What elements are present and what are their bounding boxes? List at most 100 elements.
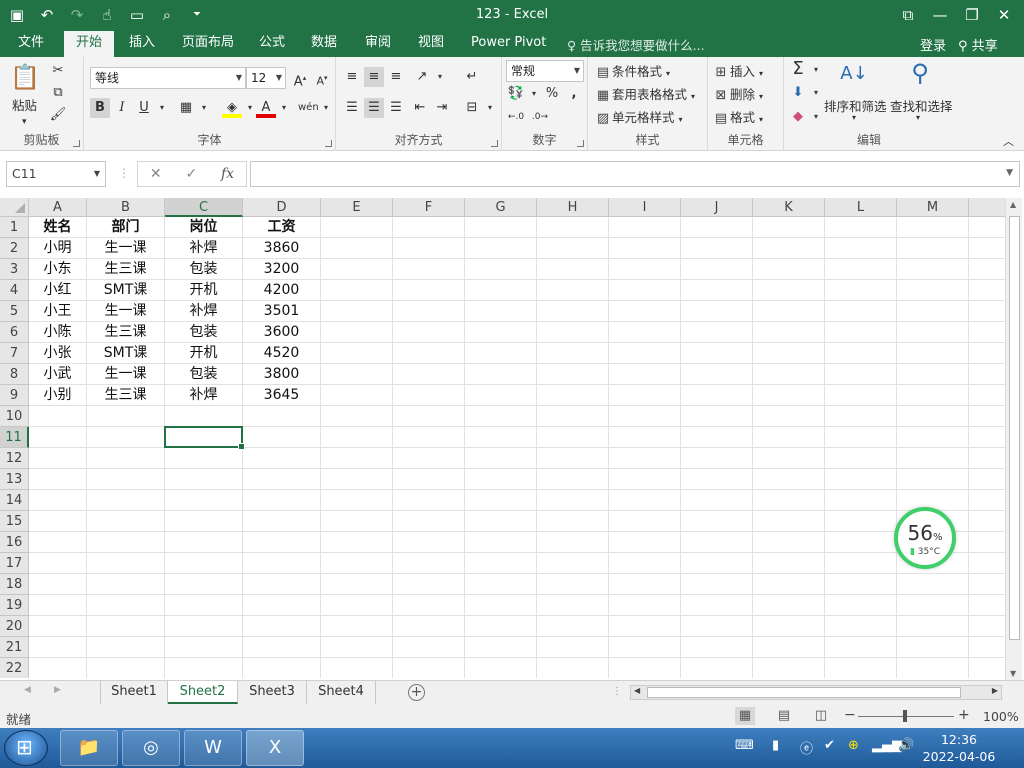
cell-H11[interactable] (537, 427, 609, 448)
cell-D3[interactable]: 3200 (243, 259, 321, 280)
cell-M3[interactable] (897, 259, 969, 280)
cell-F8[interactable] (393, 364, 465, 385)
cell-partial-column[interactable] (969, 364, 1008, 385)
tab-formulas[interactable]: 公式 (247, 31, 297, 57)
cell-I3[interactable] (609, 259, 681, 280)
underline-dropdown-icon[interactable]: ▾ (152, 98, 172, 118)
cell-J7[interactable] (681, 343, 753, 364)
cell-C9[interactable]: 补焊 (165, 385, 243, 406)
cell-G21[interactable] (465, 637, 537, 658)
clear-dropdown-icon[interactable]: ▾ (806, 107, 826, 127)
cell-I22[interactable] (609, 658, 681, 678)
cell-partial-column[interactable] (969, 280, 1008, 301)
cell-A21[interactable] (29, 637, 87, 658)
cell-L8[interactable] (825, 364, 897, 385)
accounting-format-icon[interactable]: 💱 (506, 84, 526, 104)
cell-B10[interactable] (87, 406, 165, 427)
find-select-button[interactable]: 查找和选择 (890, 96, 953, 115)
cell-E2[interactable] (321, 238, 393, 259)
align-center-icon[interactable]: ☰ (364, 98, 384, 118)
restore-button[interactable]: ❐ (956, 2, 988, 28)
row-header-17[interactable]: 17 (0, 553, 29, 574)
cell-K16[interactable] (753, 532, 825, 553)
cell-A13[interactable] (29, 469, 87, 490)
percent-style-icon[interactable]: % (542, 84, 562, 104)
accounting-dropdown-icon[interactable]: ▾ (524, 84, 544, 104)
cell-M18[interactable] (897, 574, 969, 595)
cell-F12[interactable] (393, 448, 465, 469)
share-button[interactable]: ⚲ 共享 (958, 35, 998, 54)
cell-F15[interactable] (393, 511, 465, 532)
font-size-select[interactable]: 12 ▼ (246, 67, 286, 89)
scroll-left-icon[interactable]: ◀ (634, 686, 640, 695)
row-header-21[interactable]: 21 (0, 637, 29, 658)
zoom-in-icon[interactable]: + (958, 707, 970, 723)
cell-partial-column[interactable] (969, 469, 1008, 490)
sheet-tab-1[interactable]: Sheet1 (100, 681, 168, 704)
cut-icon[interactable]: ✂ (48, 61, 68, 81)
cell-H8[interactable] (537, 364, 609, 385)
column-header-G[interactable]: G (465, 198, 537, 217)
file-explorer-taskbar-icon[interactable]: 📁 (60, 730, 118, 766)
cell-M8[interactable] (897, 364, 969, 385)
cell-I9[interactable] (609, 385, 681, 406)
cell-K9[interactable] (753, 385, 825, 406)
cell-B6[interactable]: 生三课 (87, 322, 165, 343)
cell-I12[interactable] (609, 448, 681, 469)
cell-M11[interactable] (897, 427, 969, 448)
cell-H19[interactable] (537, 595, 609, 616)
clipboard-launcher-icon[interactable] (73, 140, 80, 147)
cell-K20[interactable] (753, 616, 825, 637)
cell-B4[interactable]: SMT课 (87, 280, 165, 301)
add-tray-icon[interactable]: ⊕ (848, 738, 859, 753)
cell-A7[interactable]: 小张 (29, 343, 87, 364)
row-header-2[interactable]: 2 (0, 238, 29, 259)
insert-cells-button[interactable]: ⊞ 插入 ▾ (712, 61, 763, 82)
cell-H2[interactable] (537, 238, 609, 259)
cell-C3[interactable]: 包装 (165, 259, 243, 280)
tab-splitter-icon[interactable]: ⋮ (612, 686, 622, 697)
cell-E14[interactable] (321, 490, 393, 511)
row-header-3[interactable]: 3 (0, 259, 29, 280)
cell-H18[interactable] (537, 574, 609, 595)
tab-home[interactable]: 开始 (64, 31, 115, 58)
cell-L10[interactable] (825, 406, 897, 427)
align-middle-icon[interactable]: ≡ (364, 67, 384, 87)
cell-B18[interactable] (87, 574, 165, 595)
cell-D9[interactable]: 3645 (243, 385, 321, 406)
cell-I15[interactable] (609, 511, 681, 532)
cell-J13[interactable] (681, 469, 753, 490)
cell-H20[interactable] (537, 616, 609, 637)
cell-J14[interactable] (681, 490, 753, 511)
cell-K12[interactable] (753, 448, 825, 469)
cell-D18[interactable] (243, 574, 321, 595)
tab-data[interactable]: 数据 (299, 31, 349, 57)
row-header-5[interactable]: 5 (0, 301, 29, 322)
cell-G4[interactable] (465, 280, 537, 301)
cell-H17[interactable] (537, 553, 609, 574)
cell-I1[interactable] (609, 217, 681, 238)
cell-M9[interactable] (897, 385, 969, 406)
security-tray-icon[interactable]: ✔ (824, 738, 835, 753)
cell-A20[interactable] (29, 616, 87, 637)
cell-B19[interactable] (87, 595, 165, 616)
cell-F10[interactable] (393, 406, 465, 427)
cell-A9[interactable]: 小别 (29, 385, 87, 406)
minimize-button[interactable]: — (924, 2, 956, 28)
browser-taskbar-icon[interactable]: ◎ (122, 730, 180, 766)
cell-D2[interactable]: 3860 (243, 238, 321, 259)
cell-F3[interactable] (393, 259, 465, 280)
cell-L16[interactable] (825, 532, 897, 553)
cell-partial-column[interactable] (969, 406, 1008, 427)
cell-L17[interactable] (825, 553, 897, 574)
cell-K4[interactable] (753, 280, 825, 301)
close-button[interactable]: ✕ (988, 2, 1020, 28)
align-right-icon[interactable]: ☰ (386, 98, 406, 118)
cell-H21[interactable] (537, 637, 609, 658)
cell-F17[interactable] (393, 553, 465, 574)
cell-M7[interactable] (897, 343, 969, 364)
merge-dropdown-icon[interactable]: ▾ (480, 98, 500, 118)
tab-view[interactable]: 视图 (406, 31, 456, 57)
cell-E13[interactable] (321, 469, 393, 490)
cell-K21[interactable] (753, 637, 825, 658)
